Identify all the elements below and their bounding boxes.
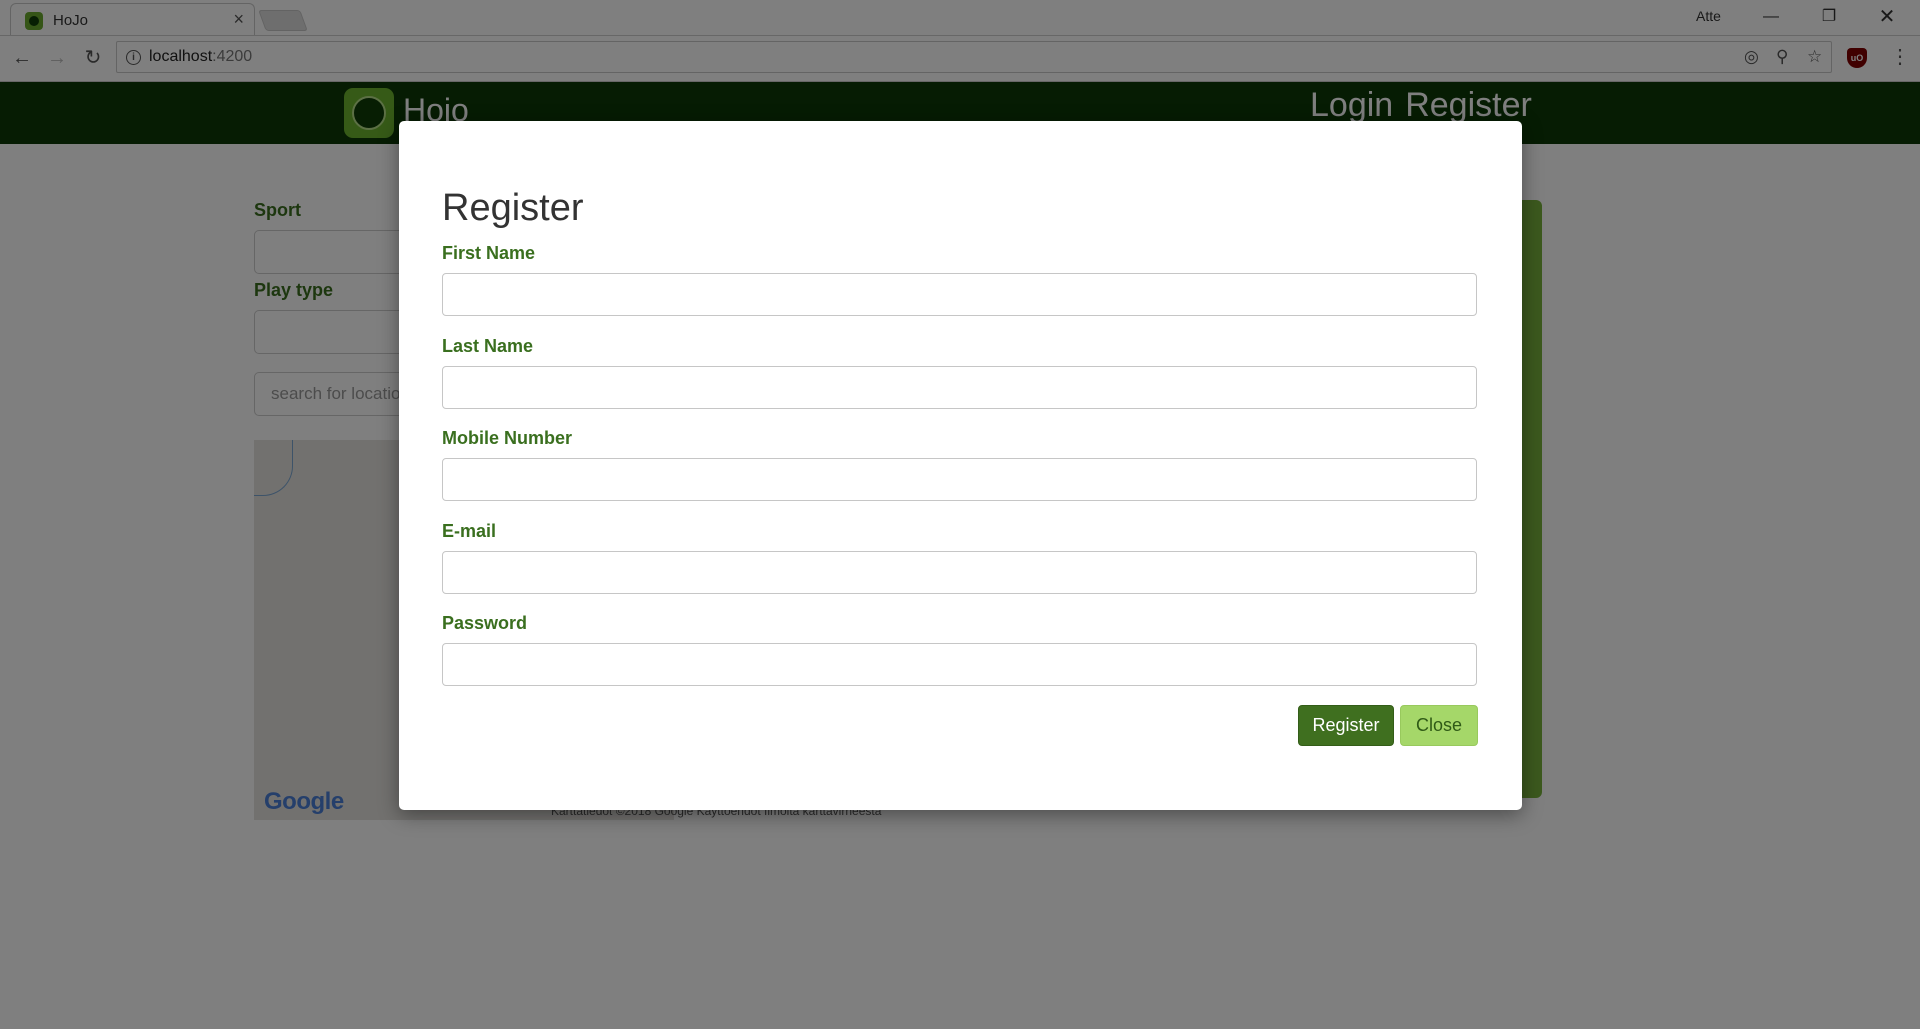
register-modal: Register First Name Last Name Mobile Num… xyxy=(399,121,1522,810)
close-button[interactable]: Close xyxy=(1400,705,1478,746)
email-label: E-mail xyxy=(442,521,497,541)
first-name-field[interactable] xyxy=(442,273,1477,316)
email-field[interactable] xyxy=(442,551,1477,594)
password-field[interactable] xyxy=(442,643,1477,686)
first-name-label: First Name xyxy=(442,243,536,263)
mobile-number-field[interactable] xyxy=(442,458,1477,501)
mobile-number-label: Mobile Number xyxy=(442,428,573,448)
modal-title: Register xyxy=(442,187,584,229)
password-label: Password xyxy=(442,613,528,633)
register-button[interactable]: Register xyxy=(1298,705,1394,746)
last-name-field[interactable] xyxy=(442,366,1477,409)
last-name-label: Last Name xyxy=(442,336,534,356)
